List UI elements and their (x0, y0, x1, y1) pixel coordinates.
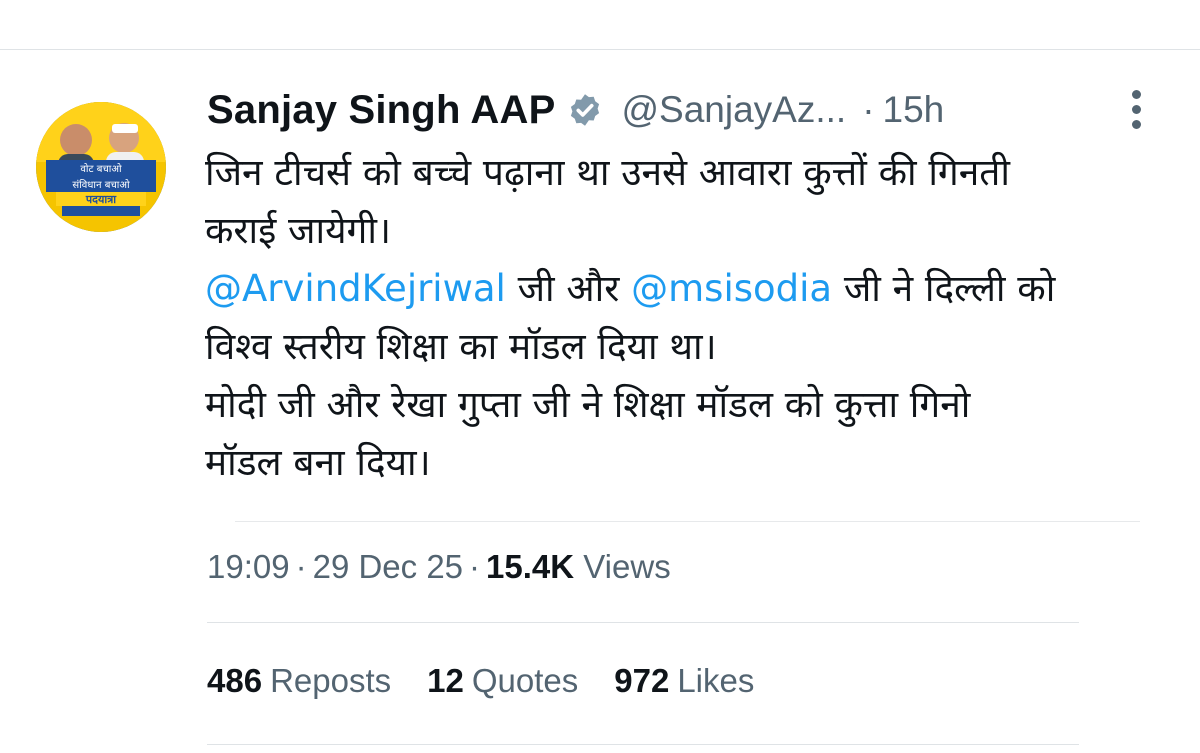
mention-arvindkejriwal[interactable]: @ArvindKejriwal (205, 267, 506, 310)
stats-divider-bottom (207, 744, 1079, 745)
tweet-text-line: मॉडल बना दिया। (205, 441, 431, 484)
avatar-banner-line3: पदयात्रा (85, 193, 117, 206)
display-name[interactable]: Sanjay Singh AAP (207, 88, 555, 133)
user-handle[interactable]: @SanjayAz... (621, 89, 846, 131)
reposts-label: Reposts (270, 662, 392, 699)
views-label: Views (583, 548, 671, 585)
more-vertical-icon[interactable] (1124, 86, 1148, 136)
likes-count: 972 (614, 662, 670, 699)
avatar-banner-line2: संविधान बचाओ (72, 179, 130, 191)
post-time[interactable]: 19:09 (207, 548, 290, 585)
avatar-image: वोट बचाओ संविधान बचाओ पदयात्रा (36, 102, 166, 232)
top-divider (0, 49, 1200, 50)
views-count: 15.4K (486, 548, 575, 585)
likes-label: Likes (677, 662, 755, 699)
avatar[interactable]: वोट बचाओ संविधान बचाओ पदयात्रा (36, 102, 166, 232)
reposts-stat[interactable]: 486 Reposts (207, 662, 391, 700)
quotes-label: Quotes (471, 662, 579, 699)
verified-badge-icon (571, 94, 600, 126)
mention-msisodia[interactable]: @msisodia (631, 267, 832, 310)
tweet-text-fragment: जी और (505, 267, 632, 310)
tweet-text-line: मोदी जी और रेखा गुप्ता जी ने शिक्षा मॉडल… (205, 383, 971, 426)
tweet-text-line: विश्व स्तरीय शिक्षा का मॉडल दिया था। (205, 325, 717, 368)
reposts-count: 486 (207, 662, 263, 699)
tweet-text: जिन टीचर्स को बच्चे पढ़ाना था उनसे आवारा… (205, 144, 1165, 492)
likes-stat[interactable]: 972 Likes (614, 662, 754, 700)
meta-separator: · (469, 548, 481, 585)
meta-separator: · (295, 548, 307, 585)
quotes-count: 12 (427, 662, 464, 699)
tweet-text-fragment: जी ने दिल्ली को (832, 267, 1056, 310)
tweet-meta: 19:09 · 29 Dec 25 · 15.4K Views (207, 548, 671, 586)
tweet-text-line: जिन टीचर्स को बच्चे पढ़ाना था उनसे आवारा… (205, 151, 1010, 194)
engagement-stats: 486 Reposts 12 Quotes 972 Likes (207, 662, 754, 700)
post-date[interactable]: 29 Dec 25 (313, 548, 463, 585)
quotes-stat[interactable]: 12 Quotes (427, 662, 578, 700)
tweet-header: Sanjay Singh AAP @SanjayAz... · 15h (207, 84, 944, 136)
tweet-text-line-mentions: @ArvindKejriwal जी और @msisodia जी ने दि… (205, 260, 1165, 318)
stats-divider-top (207, 622, 1079, 623)
header-separator: · (862, 89, 875, 130)
relative-time[interactable]: 15h (883, 89, 945, 131)
avatar-banner-line1: वोट बचाओ (80, 163, 122, 175)
tweet-text-line: कराई जायेगी। (205, 209, 391, 252)
content-divider (235, 521, 1140, 522)
